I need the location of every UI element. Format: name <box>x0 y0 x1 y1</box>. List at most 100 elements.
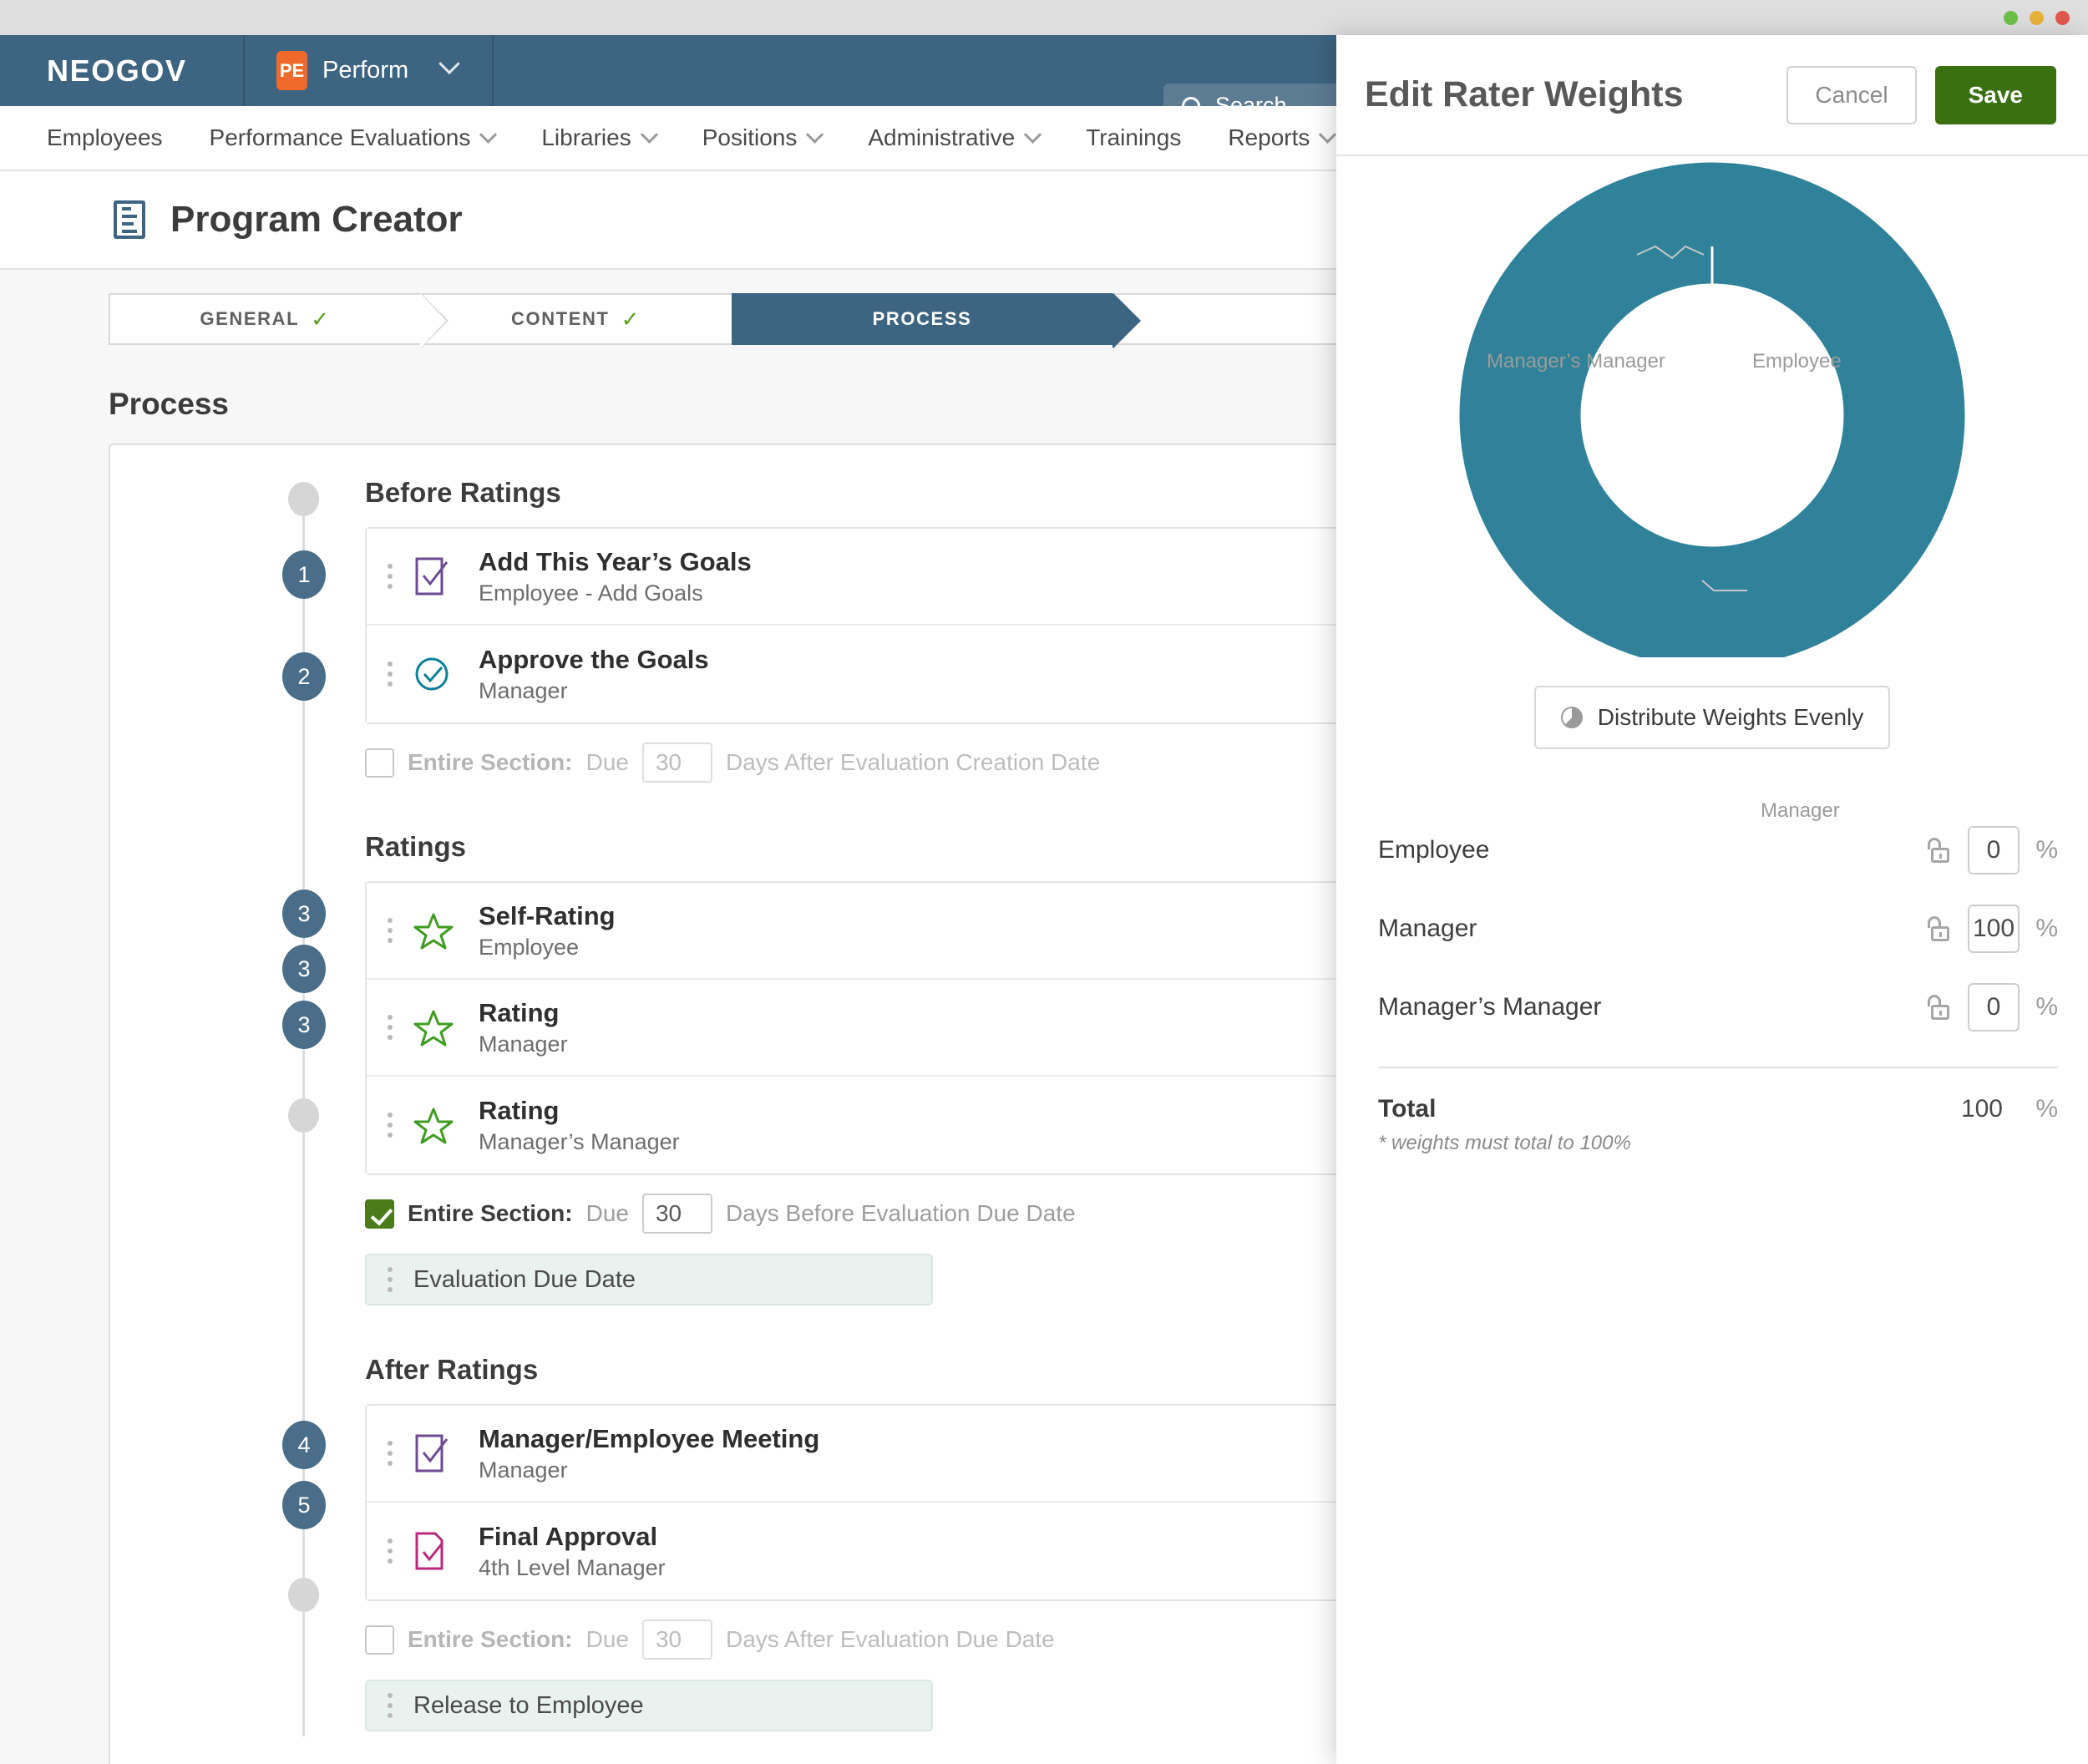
nav-item-reports[interactable]: Reports <box>1228 124 1337 151</box>
row-title: Add This Year’s Goals <box>479 546 752 576</box>
drag-handle-icon[interactable] <box>367 1267 413 1292</box>
product-switcher[interactable]: PE Perform <box>245 35 494 106</box>
wizard-step-label: GENERAL <box>200 308 300 329</box>
drag-handle-icon[interactable] <box>367 626 413 722</box>
row-subtitle: Manager’s Manager <box>479 1128 680 1154</box>
nav-item-libraries[interactable]: Libraries <box>541 124 658 151</box>
wizard-step-content[interactable]: CONTENT ✓ <box>420 293 760 348</box>
check-circle-teal-icon <box>413 626 479 722</box>
nav-item-employees[interactable]: Employees <box>47 124 163 151</box>
timeline-dot <box>288 482 319 516</box>
weight-row-employee: Employee 0 % <box>1378 811 2058 890</box>
panel-header: Edit Rater Weights Cancel Save <box>1336 35 2088 156</box>
drag-handle-icon[interactable] <box>367 1503 413 1599</box>
wizard-step-general[interactable]: GENERAL ✓ <box>109 293 449 348</box>
search-icon <box>1182 96 1200 115</box>
program-icon <box>114 200 145 239</box>
nav-item-positions[interactable]: Positions <box>702 124 824 151</box>
weight-input[interactable]: 100 <box>1968 905 2020 953</box>
entire-section-label: Entire Section: <box>408 1626 573 1652</box>
milestone-label: Release to Employee <box>413 1691 644 1719</box>
save-button[interactable]: Save <box>1934 65 2056 124</box>
row-title: Rating <box>479 997 560 1027</box>
row-title: Approve the Goals <box>479 644 709 674</box>
weights-note: * weights must total to 100% <box>1378 1132 1631 1154</box>
entire-section-due-word: Due <box>585 1626 629 1652</box>
window-controls <box>2004 11 2070 25</box>
entire-section-label: Entire Section: <box>408 1200 573 1226</box>
unlock-icon[interactable] <box>1928 995 1949 1020</box>
distribute-weights-evenly-button[interactable]: Distribute Weights Evenly <box>1533 686 1891 749</box>
drag-handle-icon[interactable] <box>367 883 413 978</box>
chevron-down-icon <box>1024 125 1042 144</box>
edit-rater-weights-panel: Edit Rater Weights Cancel Save 100% Mana… <box>1336 35 2088 1764</box>
rater-weights-donut-chart: 100% Manager’s Manager Employee Manager <box>1336 156 2088 822</box>
nav-item-administrative[interactable]: Administrative <box>868 124 1042 151</box>
unlock-icon[interactable] <box>1928 838 1949 863</box>
nav-item-performance-evaluations[interactable]: Performance Evaluations <box>209 124 498 151</box>
cancel-button[interactable]: Cancel <box>1786 65 1917 124</box>
weight-label: Manager’s Manager <box>1378 993 1602 1021</box>
entire-section-checkbox[interactable] <box>365 1625 394 1655</box>
milestone-evaluation-due-date[interactable]: Evaluation Due Date <box>365 1254 933 1305</box>
weight-input[interactable]: 0 <box>1968 983 2020 1032</box>
nav-label: Performance Evaluations <box>209 124 471 150</box>
window-dot-red[interactable] <box>2055 11 2070 25</box>
row-subtitle: 4th Level Manager <box>479 1554 666 1580</box>
weight-label: Employee <box>1378 836 1490 864</box>
product-badge: PE <box>276 51 307 90</box>
drag-handle-icon[interactable] <box>367 529 413 624</box>
wizard-step-label: PROCESS <box>872 308 972 329</box>
entire-section-checkbox[interactable] <box>365 748 394 778</box>
entire-section-suffix: Days Before Evaluation Due Date <box>725 1200 1076 1226</box>
unlock-icon[interactable] <box>1928 916 1949 941</box>
timeline-step-number: 3 <box>282 890 326 938</box>
row-title: Self-Rating <box>479 900 616 930</box>
window-chrome <box>0 0 2088 35</box>
brand-logo[interactable]: NEOGOV <box>0 35 245 106</box>
weight-input[interactable]: 0 <box>1968 826 2020 874</box>
checklist-purple-icon <box>413 1406 479 1501</box>
distribute-label: Distribute Weights Evenly <box>1597 704 1864 730</box>
row-title: Final Approval <box>479 1521 658 1551</box>
drag-handle-icon[interactable] <box>367 1693 413 1718</box>
entire-section-suffix: Days After Evaluation Creation Date <box>725 749 1101 775</box>
chevron-down-icon <box>640 125 658 144</box>
row-title: Manager/Employee Meeting <box>479 1423 820 1453</box>
panel-title: Edit Rater Weights <box>1365 74 1684 114</box>
weights-total-row: Total 100 % <box>1378 1068 2058 1123</box>
row-subtitle: Manager <box>479 1457 568 1483</box>
window-dot-green[interactable] <box>2004 11 2018 25</box>
star-green-icon <box>413 883 479 978</box>
timeline-dot <box>288 1578 319 1612</box>
row-subtitle: Manager <box>479 677 568 703</box>
entire-section-label: Entire Section: <box>408 749 573 775</box>
drag-handle-icon[interactable] <box>367 980 413 1075</box>
donut-label-manager: Manager <box>1761 799 1840 822</box>
drag-handle-icon[interactable] <box>367 1077 413 1173</box>
nav-item-trainings[interactable]: Trainings <box>1086 124 1181 151</box>
entire-section-suffix: Days After Evaluation Due Date <box>725 1626 1055 1652</box>
weight-label: Manager <box>1378 915 1477 942</box>
entire-section-days-input[interactable]: 30 <box>641 1194 712 1234</box>
entire-section-days-input[interactable]: 30 <box>641 1620 712 1660</box>
chevron-down-icon <box>438 53 460 80</box>
percent-symbol: % <box>2035 1095 2058 1123</box>
entire-section-days-input[interactable]: 30 <box>641 743 712 783</box>
nav-label: Reports <box>1228 124 1310 150</box>
wizard-step-process[interactable]: PROCESS <box>732 293 1141 348</box>
nav-label: Administrative <box>868 124 1016 150</box>
timeline-dot <box>288 1098 319 1133</box>
check-icon: ✓ <box>311 306 331 332</box>
page-title: Program Creator <box>170 199 463 240</box>
timeline-step-number: 1 <box>282 550 326 599</box>
window-dot-yellow[interactable] <box>2030 11 2044 25</box>
total-value: 100 <box>1960 1095 2003 1123</box>
milestone-release-to-employee[interactable]: Release to Employee <box>365 1680 933 1731</box>
check-icon: ✓ <box>621 306 641 332</box>
chevron-down-icon <box>806 125 824 144</box>
entire-section-checkbox[interactable] <box>365 1199 394 1229</box>
timeline-step-number: 3 <box>282 945 326 993</box>
drag-handle-icon[interactable] <box>367 1406 413 1501</box>
search-placeholder: Search <box>1215 93 1287 118</box>
